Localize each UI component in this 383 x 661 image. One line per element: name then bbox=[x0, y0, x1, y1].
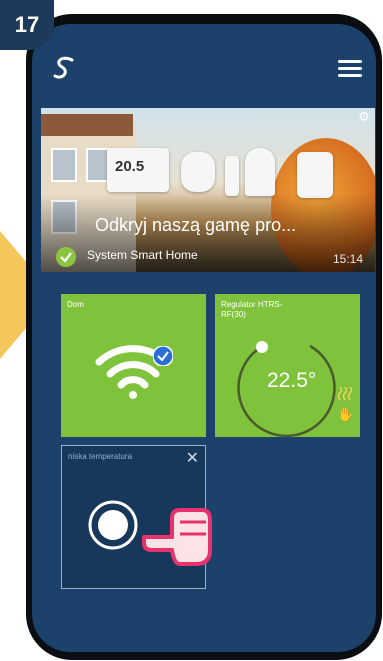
gateway-device-image bbox=[245, 148, 275, 196]
step-badge: 17 bbox=[0, 0, 54, 50]
heating-icon bbox=[337, 387, 353, 401]
menu-icon[interactable] bbox=[338, 60, 362, 78]
tile-dom[interactable]: Dom bbox=[61, 294, 206, 437]
thermostat-lcd: 20.5 bbox=[115, 158, 145, 175]
plug-device-image bbox=[297, 152, 333, 198]
gear-icon[interactable]: ⚙ bbox=[358, 110, 372, 124]
thermostat-device-image: 20.5 bbox=[107, 148, 169, 192]
sensor-device-image bbox=[181, 152, 215, 192]
hand-icon: ✋ bbox=[337, 406, 355, 422]
tile-scene-low-temperature[interactable]: niska temperatura ✕ bbox=[61, 445, 212, 589]
banner-subtitle: System Smart Home bbox=[87, 248, 198, 262]
tap-hand-icon bbox=[142, 508, 212, 566]
tile-regulator[interactable]: Regulator HTRS-RF(30) 22.5° ✋ bbox=[215, 294, 360, 437]
step-number: 17 bbox=[14, 12, 40, 37]
app-screen: 20.5 Odkryj naszą gamę pro... System Sma… bbox=[32, 24, 376, 652]
window-sensor-image bbox=[225, 156, 239, 196]
app-logo-icon[interactable] bbox=[52, 56, 78, 80]
wifi-icon bbox=[95, 345, 171, 399]
check-icon bbox=[153, 346, 173, 366]
check-icon bbox=[56, 247, 76, 267]
temperature-value: 22.5° bbox=[267, 369, 317, 392]
promo-banner[interactable]: 20.5 Odkryj naszą gamę pro... System Sma… bbox=[41, 108, 375, 272]
banner-title: Odkryj naszą gamę pro... bbox=[95, 215, 297, 235]
banner-time: 15:14 bbox=[332, 252, 363, 266]
